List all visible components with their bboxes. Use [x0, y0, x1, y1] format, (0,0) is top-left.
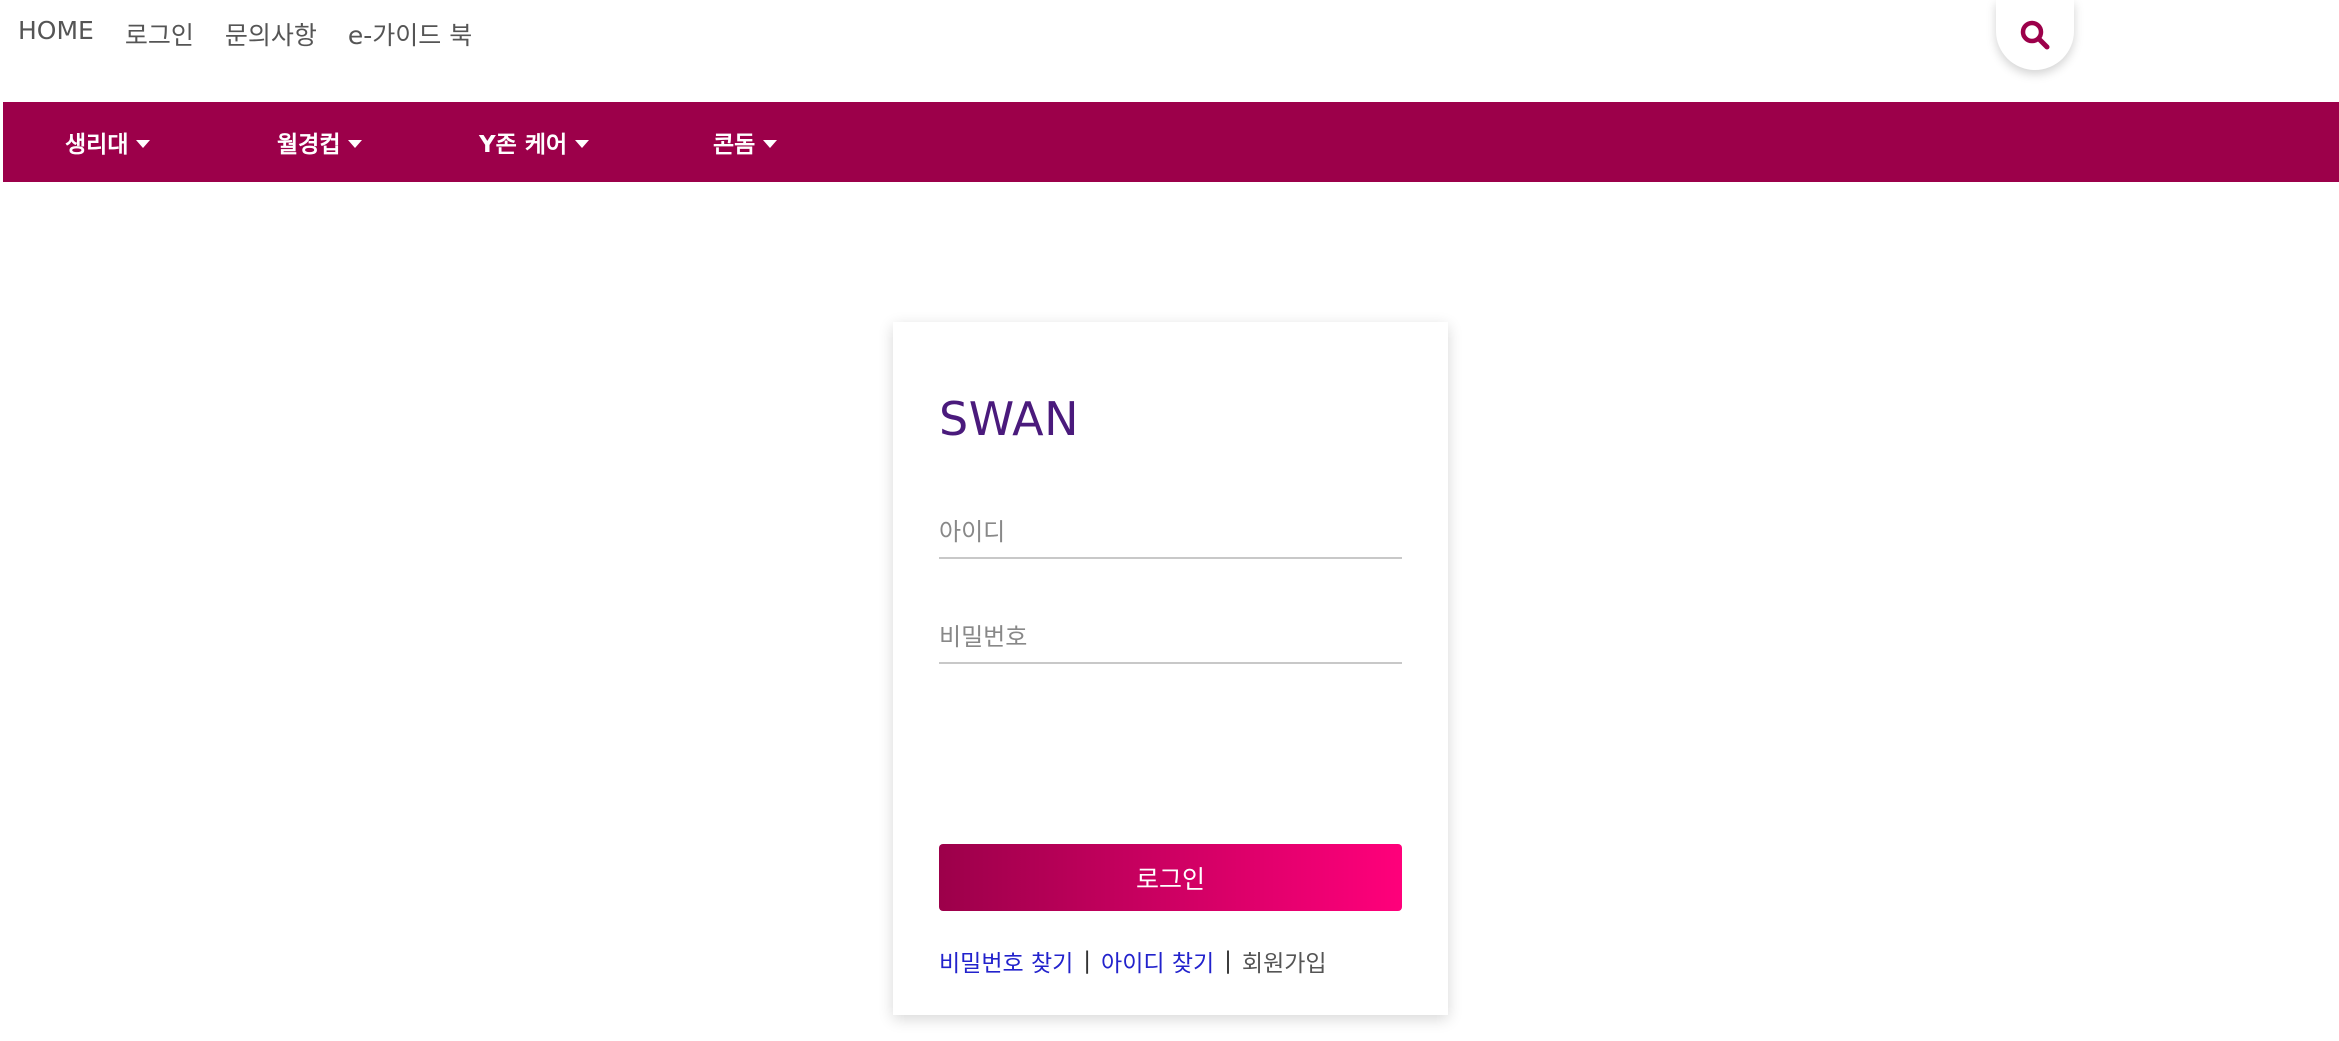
- link-separator: |: [1224, 948, 1232, 974]
- search-button[interactable]: [1996, 0, 2074, 70]
- caret-down-icon: [136, 139, 151, 148]
- nav-item-condom[interactable]: 콘돔: [713, 102, 778, 182]
- find-password-link[interactable]: 비밀번호 찾기: [939, 944, 1073, 978]
- e-guidebook-link[interactable]: e-가이드 북: [348, 16, 472, 52]
- find-id-link[interactable]: 아이디 찾기: [1101, 944, 1214, 978]
- nav-item-yzone-care[interactable]: Y존 케어: [479, 102, 590, 182]
- nav-item-label: 콘돔: [713, 132, 756, 158]
- search-icon: [2020, 20, 2050, 50]
- signup-link[interactable]: 회원가입: [1242, 944, 1327, 978]
- top-links: HOME 로그인 문의사항 e-가이드 북: [18, 16, 472, 52]
- password-input[interactable]: [939, 612, 1402, 664]
- nav-item-label: 생리대: [65, 132, 129, 158]
- home-link[interactable]: HOME: [18, 16, 94, 52]
- login-link[interactable]: 로그인: [125, 16, 194, 52]
- category-navbar: 생리대 월경컵 Y존 케어 콘돔: [3, 102, 2339, 182]
- account-links: 비밀번호 찾기 | 아이디 찾기 | 회원가입: [939, 944, 1327, 978]
- nav-item-menstrual-cup[interactable]: 월경컵: [277, 102, 363, 182]
- nav-item-sanitary-pad[interactable]: 생리대: [65, 102, 151, 182]
- caret-down-icon: [763, 139, 778, 148]
- brand-title: SWAN: [939, 392, 1080, 446]
- nav-item-label: 월경컵: [277, 132, 341, 158]
- top-bar: HOME 로그인 문의사항 e-가이드 북: [0, 0, 2339, 101]
- caret-down-icon: [348, 139, 363, 148]
- id-input[interactable]: [939, 507, 1402, 559]
- link-separator: |: [1083, 948, 1092, 974]
- login-button[interactable]: 로그인: [939, 844, 1402, 911]
- caret-down-icon: [575, 139, 590, 148]
- nav-item-label: Y존 케어: [479, 132, 568, 158]
- login-card: SWAN 로그인 비밀번호 찾기 | 아이디 찾기 | 회원가입: [893, 322, 1448, 1015]
- inquiry-link[interactable]: 문의사항: [225, 16, 317, 52]
